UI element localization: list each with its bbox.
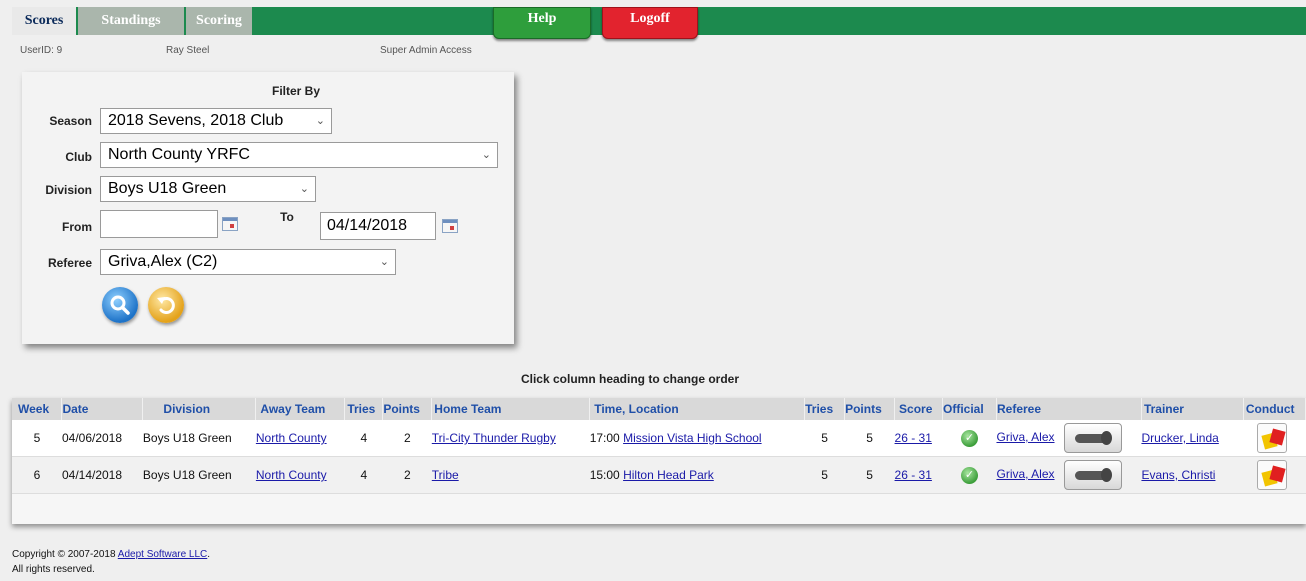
season-label: Season: [49, 114, 92, 128]
chevron-down-icon: ⌄: [315, 115, 325, 127]
away-team-link[interactable]: North County: [256, 431, 327, 445]
cell-date: 04/06/2018: [61, 420, 143, 457]
trainer-link[interactable]: Drucker, Linda: [1141, 431, 1218, 445]
column-away-team[interactable]: Away Team: [255, 398, 346, 420]
season-value: 2018 Sevens, 2018 Club: [108, 112, 284, 129]
company-link[interactable]: Adept Software LLC: [118, 549, 208, 560]
chevron-down-icon: ⌄: [481, 149, 491, 161]
tab-scoring[interactable]: Scoring: [186, 7, 252, 35]
copyright-line: Copyright © 2007-2018 Adept Software LLC…: [12, 547, 210, 562]
referee-select[interactable]: Griva,Alex (C2) ⌄: [100, 249, 396, 275]
season-select[interactable]: 2018 Sevens, 2018 Club ⌄: [100, 108, 332, 134]
club-label: Club: [65, 150, 92, 164]
cell-home-points: 5: [844, 456, 895, 494]
from-label: From: [62, 220, 92, 234]
referee-link[interactable]: Griva, Alex: [996, 430, 1054, 444]
referee-value: Griva,Alex (C2): [108, 253, 218, 270]
from-calendar-icon[interactable]: [222, 217, 238, 231]
column-week[interactable]: Week: [12, 398, 63, 420]
tab-scores[interactable]: Scores: [12, 7, 76, 35]
column-conduct[interactable]: Conduct: [1243, 398, 1306, 420]
column-home-points[interactable]: Points: [844, 398, 896, 420]
cell-away-points: 2: [382, 456, 432, 494]
rights-text: All rights reserved.: [12, 564, 95, 575]
top-nav-bar: Scores Standings Scoring Help Logoff: [12, 7, 1306, 39]
logoff-button[interactable]: Logoff: [602, 7, 698, 39]
score-link[interactable]: 26 - 31: [895, 468, 932, 482]
undo-arrow-icon: [157, 297, 175, 314]
cell-home-points: 5: [844, 420, 895, 457]
score-link[interactable]: 26 - 31: [895, 431, 932, 445]
copyright-period: .: [207, 549, 211, 560]
cell-away-tries: 4: [344, 420, 383, 457]
referee-link[interactable]: Griva, Alex: [996, 467, 1054, 481]
scores-table: Week Date Division Away Team Tries Point…: [12, 398, 1306, 494]
club-select[interactable]: North County YRFC ⌄: [100, 142, 498, 168]
user-access-level: Super Admin Access: [380, 45, 472, 56]
table-row: 6 04/14/2018 Boys U18 Green North County…: [12, 456, 1306, 494]
trainer-link[interactable]: Evans, Christi: [1141, 468, 1215, 482]
location-link[interactable]: Hilton Head Park: [623, 468, 714, 482]
search-button[interactable]: [102, 287, 138, 323]
chevron-down-icon: ⌄: [299, 183, 309, 195]
division-label: Division: [45, 183, 92, 197]
check-circle-icon: ✓: [961, 429, 978, 447]
column-date[interactable]: Date: [61, 398, 144, 420]
whistle-icon[interactable]: [1063, 423, 1122, 453]
cell-home-tries: 5: [804, 420, 845, 457]
cell-division: Boys U18 Green: [142, 456, 256, 494]
table-header-row: Week Date Division Away Team Tries Point…: [12, 398, 1306, 420]
cell-away-tries: 4: [344, 456, 383, 494]
user-id: UserID: 9: [20, 45, 63, 56]
copyright-text: Copyright © 2007-2018: [12, 549, 118, 560]
penalty-cards-icon[interactable]: [1257, 460, 1288, 490]
chevron-down-icon: ⌄: [379, 256, 389, 268]
footer: Copyright © 2007-2018 Adept Software LLC…: [12, 547, 210, 577]
to-calendar-icon[interactable]: [442, 219, 458, 233]
cell-division: Boys U18 Green: [142, 420, 256, 457]
home-team-link[interactable]: Tribe: [432, 468, 459, 482]
home-team-link[interactable]: Tri-City Thunder Rugby: [432, 431, 556, 445]
cell-away-points: 2: [382, 420, 432, 457]
column-away-points[interactable]: Points: [382, 398, 433, 420]
club-value: North County YRFC: [108, 146, 250, 163]
from-date-input[interactable]: [100, 210, 218, 238]
column-referee[interactable]: Referee: [996, 398, 1142, 420]
help-button[interactable]: Help: [493, 7, 591, 39]
column-time-location[interactable]: Time, Location: [589, 398, 806, 420]
division-select[interactable]: Boys U18 Green ⌄: [100, 176, 316, 202]
column-division[interactable]: Division: [142, 398, 257, 420]
referee-label: Referee: [47, 256, 92, 270]
filter-panel: Filter By Season 2018 Sevens, 2018 Club …: [22, 72, 514, 344]
table-sort-hint: Click column heading to change order: [520, 372, 740, 386]
division-value: Boys U18 Green: [108, 180, 227, 197]
cell-date: 04/14/2018: [61, 456, 143, 494]
cell-time: 15:00: [589, 468, 620, 482]
cell-home-tries: 5: [804, 456, 845, 494]
to-label: To: [280, 210, 294, 224]
location-link[interactable]: Mission Vista High School: [623, 431, 762, 445]
column-away-tries[interactable]: Tries: [344, 398, 384, 420]
scores-table-container: Week Date Division Away Team Tries Point…: [12, 398, 1306, 524]
column-home-tries[interactable]: Tries: [804, 398, 846, 420]
column-home-team[interactable]: Home Team: [431, 398, 591, 420]
whistle-icon[interactable]: [1063, 460, 1122, 490]
column-official[interactable]: Official: [942, 398, 997, 420]
cell-week: 5: [12, 420, 62, 457]
cell-week: 6: [12, 456, 62, 494]
check-circle-icon: ✓: [961, 466, 978, 484]
cell-time: 17:00: [589, 431, 620, 445]
table-row: 5 04/06/2018 Boys U18 Green North County…: [12, 420, 1306, 457]
to-date-input[interactable]: 04/14/2018: [320, 212, 436, 240]
magnifier-icon: [110, 295, 130, 315]
away-team-link[interactable]: North County: [256, 468, 327, 482]
user-name: Ray Steel: [166, 45, 210, 56]
column-score[interactable]: Score: [894, 398, 944, 420]
column-trainer[interactable]: Trainer: [1141, 398, 1244, 420]
tab-standings[interactable]: Standings: [78, 7, 184, 35]
penalty-cards-icon[interactable]: [1257, 423, 1288, 453]
reset-button[interactable]: [148, 287, 184, 323]
filter-title: Filter By: [272, 84, 321, 98]
